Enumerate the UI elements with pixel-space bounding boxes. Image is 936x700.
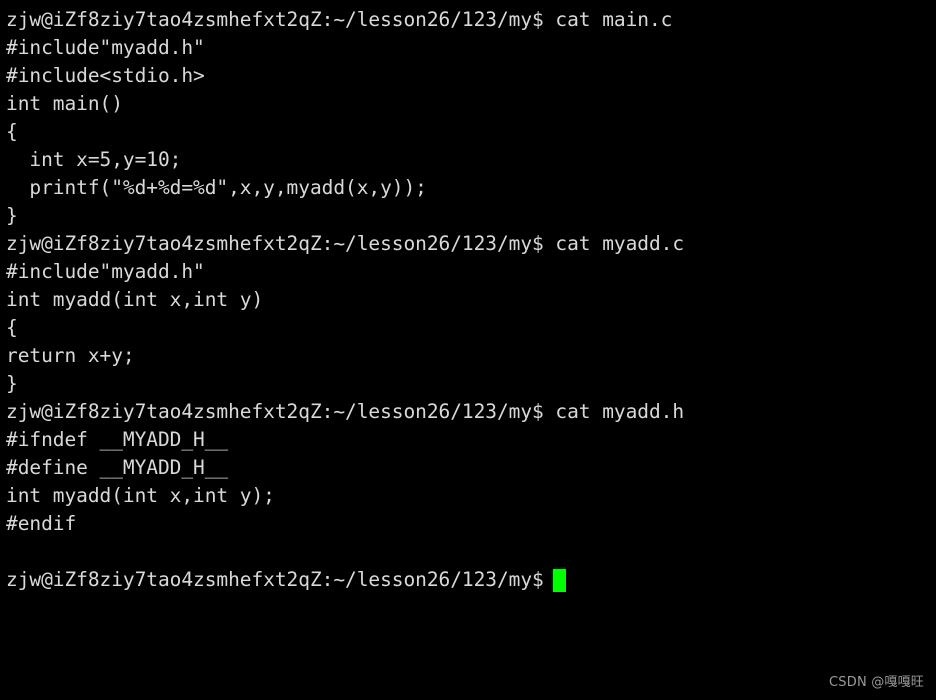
terminal-output-line: { [6,120,18,143]
terminal-output-line: #include"myadd.h" [6,36,205,59]
terminal-screen: zjw@iZf8ziy7tao4zsmhefxt2qZ:~/lesson26/1… [0,0,936,700]
terminal-output-line: int myadd(int x,int y) [6,288,264,311]
terminal-output-line: #endif [6,512,77,535]
terminal-cursor [552,568,566,592]
terminal-output-line: } [6,372,18,395]
terminal-prompt-line: zjw@iZf8ziy7tao4zsmhefxt2qZ:~/lesson26/1… [6,8,673,31]
terminal-output-line: int main() [6,92,123,115]
terminal-output[interactable]: zjw@iZf8ziy7tao4zsmhefxt2qZ:~/lesson26/1… [0,0,936,594]
csdn-watermark: CSDN @嘎嘎旺 [829,675,924,690]
terminal-output-line: #define __MYADD_H__ [6,456,229,479]
terminal-output-line: #ifndef __MYADD_H__ [6,428,229,451]
terminal-output-line: return x+y; [6,344,135,367]
terminal-output-line: #include"myadd.h" [6,260,205,283]
terminal-prompt-line: zjw@iZf8ziy7tao4zsmhefxt2qZ:~/lesson26/1… [6,400,685,423]
terminal-prompt-text: zjw@iZf8ziy7tao4zsmhefxt2qZ:~/lesson26/1… [6,568,544,591]
terminal-output-line: } [6,204,18,227]
terminal-prompt-line: zjw@iZf8ziy7tao4zsmhefxt2qZ:~/lesson26/1… [6,232,685,255]
terminal-output-line: printf("%d+%d=%d",x,y,myadd(x,y)); [6,176,427,199]
terminal-output-line: { [6,316,18,339]
terminal-output-line: int x=5,y=10; [6,148,182,171]
terminal-active-prompt-line[interactable]: zjw@iZf8ziy7tao4zsmhefxt2qZ:~/lesson26/1… [6,566,936,594]
terminal-output-line: #include<stdio.h> [6,64,205,87]
terminal-output-line: int myadd(int x,int y); [6,484,275,507]
